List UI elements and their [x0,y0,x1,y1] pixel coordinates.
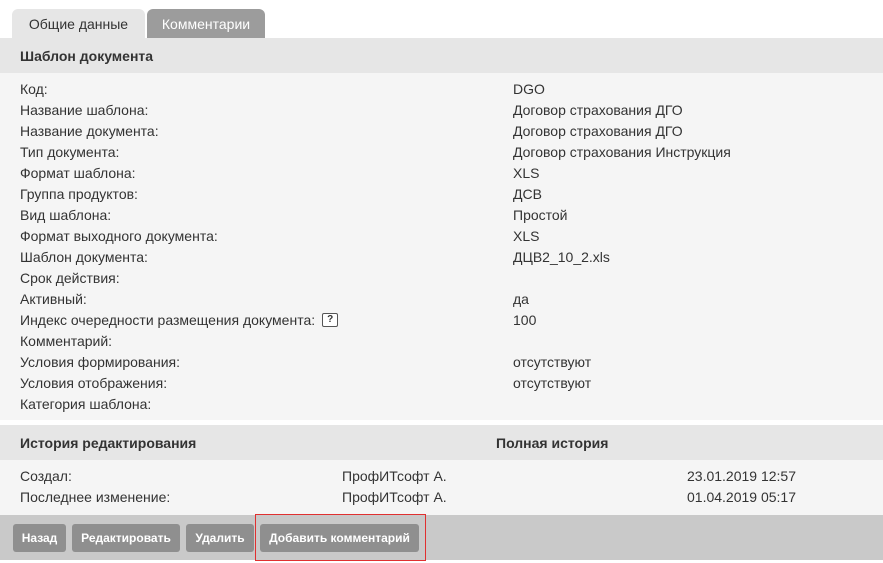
field-label: Тип документа: [20,144,120,160]
delete-button[interactable]: Удалить [186,524,254,552]
field-label-text: Индекс очередности размещения документа: [20,312,316,328]
field-row-validity: Срок действия: [0,268,883,289]
field-row-generation-conditions: Условия формирования: отсутствуют [0,352,883,373]
history-label: Создал: [20,468,72,484]
template-fields: Код: DGO Название шаблона: Договор страх… [0,79,883,415]
back-button[interactable]: Назад [13,524,66,552]
field-label: Код: [20,81,48,97]
history-date: 23.01.2019 12:57 [687,468,796,484]
field-value: да [513,291,529,307]
history-rows: Создал: ПрофИТсофт А. 23.01.2019 12:57 П… [0,467,883,509]
section-title-template: Шаблон документа [0,38,883,73]
help-icon[interactable]: ? [322,313,339,328]
history-row-modified: Последнее изменение: ПрофИТсофт А. 01.04… [0,488,883,509]
history-header: История редактирования Полная история [0,425,883,460]
field-row-active: Активный: да [0,289,883,310]
field-label: Условия отображения: [20,375,168,391]
field-label: Группа продуктов: [20,186,138,202]
history-date: 01.04.2019 05:17 [687,489,796,505]
field-value: DGO [513,81,545,97]
field-row-template-kind: Вид шаблона: Простой [0,205,883,226]
field-label: Активный: [20,291,87,307]
edit-button[interactable]: Редактировать [72,524,180,552]
field-row-template-file: Шаблон документа: ДЦВ2_10_2.xls [0,247,883,268]
field-label: Вид шаблона: [20,207,112,223]
field-label: Формат выходного документа: [20,228,218,244]
tab-general-data[interactable]: Общие данные [12,9,145,38]
field-value: Договор страхования Инструкция [513,144,731,160]
field-value: ДЦВ2_10_2.xls [513,249,610,265]
field-value: XLS [513,165,540,181]
history-user: ПрофИТсофт А. [342,489,447,505]
field-row-placement-index: Индекс очередности размещения документа:… [0,310,883,331]
field-label: Название документа: [20,123,159,139]
field-row-template-name: Название шаблона: Договор страхования ДГ… [0,100,883,121]
history-label: Последнее изменение: [20,489,171,505]
field-value: Договор страхования ДГО [513,123,683,139]
field-value: Договор страхования ДГО [513,102,683,118]
field-row-comment: Комментарий: [0,331,883,352]
history-user: ПрофИТсофт А. [342,468,447,484]
field-row-document-type: Тип документа: Договор страхования Инстр… [0,142,883,163]
tab-bar: Общие данные Комментарии [12,9,265,38]
full-history-link[interactable]: Полная история [496,435,608,451]
history-row-created: Создал: ПрофИТсофт А. 23.01.2019 12:57 [0,467,883,488]
field-label: Срок действия: [20,270,120,286]
field-row-product-group: Группа продуктов: ДСВ [0,184,883,205]
field-row-display-conditions: Условия отображения: отсутствуют [0,373,883,394]
field-row-code: Код: DGO [0,79,883,100]
field-value: отсутствуют [513,375,592,391]
field-label: Условия формирования: [20,354,180,370]
field-label: Индекс очередности размещения документа:… [20,312,339,328]
field-row-document-name: Название документа: Договор страхования … [0,121,883,142]
template-panel: Шаблон документа Код: DGO Название шабло… [0,38,883,420]
history-panel: История редактирования Полная история Со… [0,425,883,515]
tab-comments[interactable]: Комментарии [147,9,265,38]
field-value: 100 [513,312,537,328]
section-title-history: История редактирования [20,435,197,451]
field-row-template-category: Категория шаблона: [0,394,883,415]
field-label: Формат шаблона: [20,165,136,181]
field-value: ДСВ [513,186,542,202]
action-toolbar: Назад Редактировать Удалить Добавить ком… [0,515,883,560]
field-label: Шаблон документа: [20,249,148,265]
field-row-template-format: Формат шаблона: XLS [0,163,883,184]
field-value: XLS [513,228,540,244]
field-value: Простой [513,207,568,223]
field-label: Название шаблона: [20,102,149,118]
field-value: отсутствуют [513,354,592,370]
field-label: Комментарий: [20,333,113,349]
add-comment-button[interactable]: Добавить комментарий [260,524,419,552]
field-label: Категория шаблона: [20,396,152,412]
field-row-output-format: Формат выходного документа: XLS [0,226,883,247]
